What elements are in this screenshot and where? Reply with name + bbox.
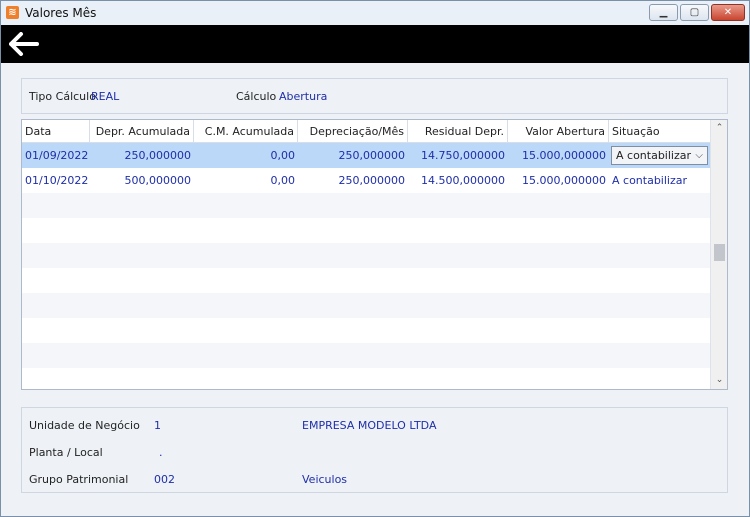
empty-row bbox=[22, 368, 710, 389]
cell-depr-acumulada: 500,000000 bbox=[124, 174, 191, 187]
unidade-negocio-label: Unidade de Negócio bbox=[29, 419, 140, 432]
column-header-data[interactable]: Data bbox=[22, 120, 90, 142]
maximize-button[interactable]: ▢ bbox=[680, 4, 709, 21]
column-header-depreciacao-mes[interactable]: Depreciação/Mês bbox=[298, 120, 408, 142]
empty-row bbox=[22, 343, 710, 368]
column-header-depr-acumulada[interactable]: Depr. Acumulada bbox=[90, 120, 194, 142]
calculo-value: Abertura bbox=[279, 90, 328, 103]
cell-valor-abertura: 15.000,000000 bbox=[522, 149, 606, 162]
empty-row bbox=[22, 318, 710, 343]
cell-depr-acumulada: 250,000000 bbox=[124, 149, 191, 162]
unidade-negocio-name: EMPRESA MODELO LTDA bbox=[302, 419, 437, 432]
scroll-down-arrow-icon[interactable]: ⌄ bbox=[711, 372, 727, 389]
column-header-residual-depr[interactable]: Residual Depr. bbox=[408, 120, 508, 142]
values-grid: Data Depr. Acumulada C.M. Acumulada Depr… bbox=[21, 119, 728, 390]
planta-local-label: Planta / Local bbox=[29, 446, 103, 459]
cell-residual-depr: 14.500,000000 bbox=[421, 174, 505, 187]
column-header-valor-abertura[interactable]: Valor Abertura bbox=[508, 120, 609, 142]
back-button[interactable] bbox=[9, 32, 41, 56]
tipo-calculo-label: Tipo Cálculo bbox=[29, 90, 96, 103]
situacao-select[interactable]: A contabilizar ⌵ bbox=[611, 146, 708, 165]
vertical-scrollbar[interactable]: ⌃ ⌄ bbox=[710, 120, 727, 389]
window-title: Valores Mês bbox=[25, 6, 97, 20]
arrow-left-icon bbox=[9, 32, 39, 56]
empty-row bbox=[22, 293, 710, 318]
grid-header: Data Depr. Acumulada C.M. Acumulada Depr… bbox=[22, 120, 710, 143]
empty-row bbox=[22, 268, 710, 293]
cell-depreciacao-mes: 250,000000 bbox=[338, 174, 405, 187]
app-window: ≋ Valores Mês ▁ ▢ ✕ Tipo Cálculo REAL Cá… bbox=[0, 0, 750, 517]
toolbar bbox=[1, 25, 749, 63]
asset-info-panel: Unidade de Negócio 1 EMPRESA MODELO LTDA… bbox=[21, 407, 728, 493]
grupo-patrimonial-name: Veiculos bbox=[302, 473, 348, 486]
close-button[interactable]: ✕ bbox=[711, 4, 745, 21]
cell-depreciacao-mes: 250,000000 bbox=[338, 149, 405, 162]
calculation-panel: Tipo Cálculo REAL Cálculo Abertura bbox=[21, 78, 728, 114]
column-header-situacao[interactable]: Situação bbox=[609, 120, 710, 142]
empty-row bbox=[22, 243, 710, 268]
table-row[interactable]: 01/09/2022 250,000000 0,00 250,000000 14… bbox=[22, 143, 710, 168]
situacao-select-value: A contabilizar bbox=[616, 149, 692, 162]
cell-data: 01/10/2022 bbox=[25, 174, 89, 187]
empty-row bbox=[22, 218, 710, 243]
grupo-patrimonial-code: 002 bbox=[154, 473, 175, 486]
minimize-button[interactable]: ▁ bbox=[649, 4, 678, 21]
cell-situacao: A contabilizar bbox=[612, 174, 688, 187]
grupo-patrimonial-label: Grupo Patrimonial bbox=[29, 473, 129, 486]
cell-valor-abertura: 15.000,000000 bbox=[522, 174, 606, 187]
cell-cm-acumulada: 0,00 bbox=[270, 174, 296, 187]
column-header-cm-acumulada[interactable]: C.M. Acumulada bbox=[194, 120, 298, 142]
table-row[interactable]: 01/10/2022 500,000000 0,00 250,000000 14… bbox=[22, 168, 710, 193]
calculo-label: Cálculo bbox=[236, 90, 277, 103]
planta-local-value: . bbox=[159, 446, 163, 459]
empty-row bbox=[22, 193, 710, 218]
scrollbar-thumb[interactable] bbox=[714, 244, 725, 261]
cell-data: 01/09/2022 bbox=[25, 149, 89, 162]
title-bar: ≋ Valores Mês ▁ ▢ ✕ bbox=[1, 1, 749, 25]
scroll-up-arrow-icon[interactable]: ⌃ bbox=[711, 120, 727, 137]
tipo-calculo-value: REAL bbox=[91, 90, 120, 103]
unidade-negocio-code: 1 bbox=[154, 419, 161, 432]
app-logo-icon: ≋ bbox=[6, 6, 19, 19]
cell-cm-acumulada: 0,00 bbox=[270, 149, 296, 162]
chevron-down-icon: ⌵ bbox=[695, 150, 703, 161]
cell-residual-depr: 14.750,000000 bbox=[421, 149, 505, 162]
